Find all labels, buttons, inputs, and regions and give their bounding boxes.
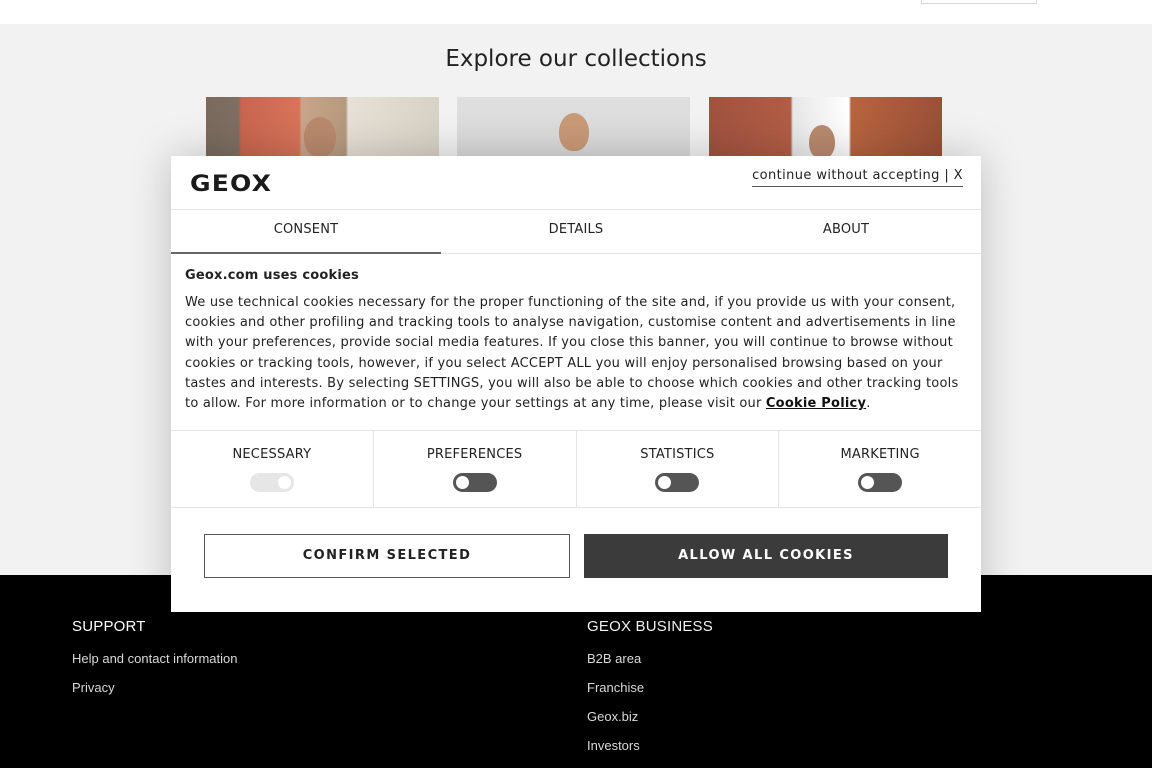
consent-body-text: We use technical cookies necessary for t…	[185, 295, 959, 412]
footer-link-investors[interactable]: Investors	[587, 738, 713, 753]
category-marketing: MARKETING	[778, 431, 981, 507]
continue-without-accepting-link[interactable]: continue without accepting | X	[752, 168, 963, 187]
allow-all-cookies-button[interactable]: ALLOW ALL COOKIES	[584, 534, 948, 578]
cookie-category-toggles: NECESSARY PREFERENCES STATISTICS MARKETI…	[171, 430, 981, 508]
dialog-tabs: CONSENT DETAILS ABOUT	[171, 210, 981, 254]
footer-heading-business: GEOX BUSINESS	[587, 618, 713, 635]
site-header	[0, 0, 1152, 24]
geox-logo: GEOX	[190, 172, 273, 197]
consent-body-end: .	[866, 396, 871, 412]
tab-consent[interactable]: CONSENT	[171, 210, 441, 254]
toggle-knob	[658, 476, 672, 489]
footer-heading-support: SUPPORT	[72, 618, 146, 635]
tab-about[interactable]: ABOUT	[711, 210, 981, 253]
preferences-toggle[interactable]	[452, 473, 497, 492]
footer-support-column: SUPPORT Help and contact information Pri…	[72, 618, 237, 695]
footer-link-privacy[interactable]: Privacy	[72, 680, 237, 695]
consent-title: Geox.com uses cookies	[185, 268, 359, 283]
model-photo	[304, 117, 336, 157]
statistics-toggle[interactable]	[655, 473, 700, 492]
category-label: STATISTICS	[640, 447, 715, 462]
consent-description: We use technical cookies necessary for t…	[185, 293, 975, 414]
toggle-knob	[861, 476, 875, 489]
category-preferences: PREFERENCES	[372, 431, 576, 507]
category-label: PREFERENCES	[426, 447, 523, 462]
search-input[interactable]	[921, 0, 1037, 4]
confirm-selected-button[interactable]: CONFIRM SELECTED	[204, 534, 570, 578]
category-necessary: NECESSARY	[171, 431, 373, 507]
consent-content: Geox.com uses cookies We use technical c…	[185, 268, 975, 414]
toggle-knob	[277, 476, 291, 489]
footer-link-franchise[interactable]: Franchise	[587, 680, 713, 695]
category-label: NECESSARY	[232, 447, 312, 462]
toggle-knob	[455, 476, 469, 489]
model-photo	[809, 125, 835, 159]
category-statistics: STATISTICS	[575, 431, 779, 507]
footer-link-b2b[interactable]: B2B area	[587, 651, 713, 666]
tab-details[interactable]: DETAILS	[441, 210, 711, 253]
category-label: MARKETING	[840, 447, 920, 462]
section-title: Explore our collections	[445, 46, 707, 72]
footer-business-column: GEOX BUSINESS B2B area Franchise Geox.bi…	[587, 618, 713, 753]
footer-link-geox-biz[interactable]: Geox.biz	[587, 709, 713, 724]
cookie-consent-dialog: GEOX continue without accepting | X CONS…	[171, 156, 981, 612]
model-photo	[559, 113, 589, 151]
dialog-actions: CONFIRM SELECTED ALLOW ALL COOKIES	[171, 534, 981, 578]
header-logo[interactable]	[72, 0, 142, 3]
marketing-toggle[interactable]	[858, 473, 903, 492]
cookie-policy-link[interactable]: Cookie Policy	[766, 396, 866, 411]
dialog-header: GEOX continue without accepting | X	[171, 156, 981, 210]
necessary-toggle	[249, 473, 294, 492]
footer-link-help[interactable]: Help and contact information	[72, 651, 237, 666]
